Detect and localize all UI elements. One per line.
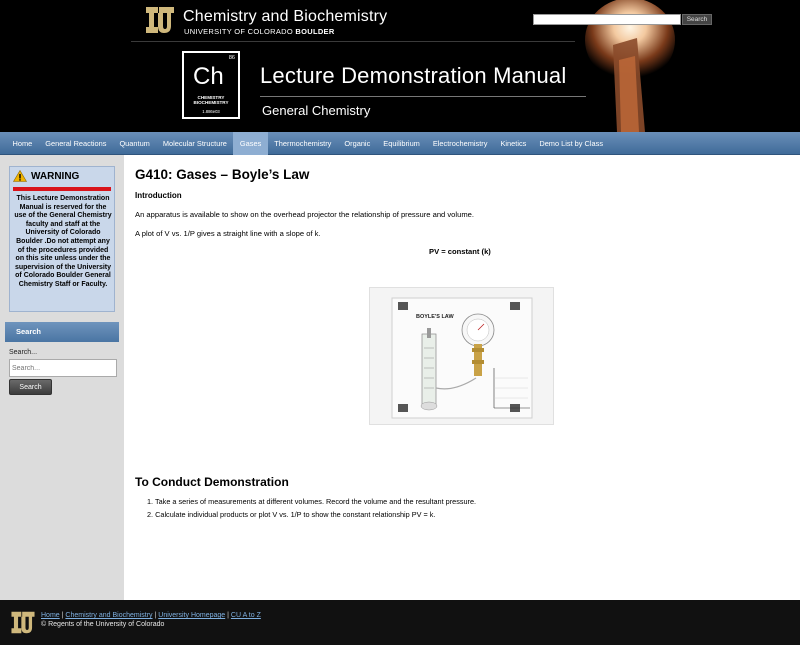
- warning-title: WARNING: [31, 170, 80, 182]
- intro-paragraph-2: A plot of V vs. 1/P gives a straight lin…: [135, 229, 321, 238]
- header-search-button[interactable]: Search: [682, 14, 712, 25]
- photo-label: BOYLE'S LAW: [416, 314, 454, 320]
- cu-footer-logo-icon[interactable]: [9, 609, 37, 636]
- element-name-line2: BIOCHEMISTRY: [193, 100, 229, 106]
- university-text: UNIVERSITY OF COLORADO: [184, 27, 293, 36]
- boyles-law-formula: PV = constant (k): [429, 247, 491, 256]
- nav-item-quantum[interactable]: Quantum: [113, 132, 156, 155]
- university-name: UNIVERSITY OF COLORADO BOULDER: [184, 27, 335, 36]
- element-tile-logo: 86 Ch CHEMISTRY BIOCHEMISTRY 1.886e03: [182, 51, 240, 119]
- university-boulder: BOULDER: [295, 27, 335, 36]
- sidebar-search-heading: Search: [5, 322, 119, 342]
- element-symbol: Ch: [193, 63, 224, 90]
- warning-heading: WARNING: [13, 170, 79, 182]
- dept-name[interactable]: Chemistry and Biochemistry: [183, 8, 387, 26]
- footer-link-university[interactable]: University Homepage: [158, 612, 225, 619]
- procedure-step: 2. Calculate individual products or plot…: [147, 510, 436, 519]
- sidebar-search-button[interactable]: Search: [9, 379, 52, 395]
- header-search-input[interactable]: [533, 14, 681, 25]
- title-divider: [260, 96, 586, 97]
- conduct-heading: To Conduct Demonstration: [135, 475, 289, 489]
- site-header: Chemistry and Biochemistry UNIVERSITY OF…: [0, 0, 800, 132]
- nav-list: Home General Reactions Quantum Molecular…: [0, 132, 800, 155]
- manual-title: Lecture Demonstration Manual: [260, 63, 567, 88]
- sidebar: WARNING This Lecture Demonstration Manua…: [0, 155, 124, 600]
- main-nav: Home General Reactions Quantum Molecular…: [0, 132, 800, 155]
- footer-link-cu-a-to-z[interactable]: CU A to Z: [231, 612, 261, 619]
- footer-links: Home | Chemistry and Biochemistry | Univ…: [41, 612, 261, 619]
- manual-subtitle: General Chemistry: [262, 103, 371, 118]
- warning-box: WARNING This Lecture Demonstration Manua…: [9, 166, 115, 312]
- warning-icon: [13, 170, 27, 182]
- nav-item-home[interactable]: Home: [6, 132, 39, 155]
- apparatus-illustration: BOYLE'S LAW: [370, 288, 553, 424]
- warning-bar: [13, 187, 111, 191]
- element-mass: 1.886e03: [202, 109, 220, 114]
- element-number: 86: [228, 55, 235, 61]
- nav-item-thermochemistry[interactable]: Thermochemistry: [268, 132, 338, 155]
- nav-item-gases[interactable]: Gases: [233, 132, 268, 155]
- cu-logo-icon[interactable]: [143, 4, 177, 36]
- nav-item-general-reactions[interactable]: General Reactions: [39, 132, 113, 155]
- nav-item-equilibrium[interactable]: Equilibrium: [377, 132, 427, 155]
- site-footer: Home | Chemistry and Biochemistry | Univ…: [0, 600, 800, 645]
- warning-text: This Lecture Demonstration Manual is res…: [14, 195, 112, 288]
- intro-paragraph-1: An apparatus is available to show on the…: [135, 210, 474, 219]
- introduction-heading: Introduction: [135, 191, 182, 200]
- footer-link-home[interactable]: Home: [41, 612, 60, 619]
- copyright: © Regents of the University of Colorado: [41, 621, 165, 628]
- nav-item-demo-list[interactable]: Demo List by Class: [533, 132, 610, 155]
- nav-item-electrochemistry[interactable]: Electrochemistry: [426, 132, 494, 155]
- footer-link-chem-biochem[interactable]: Chemistry and Biochemistry: [65, 612, 152, 619]
- procedure-step: 1. Take a series of measurements at diff…: [147, 497, 477, 506]
- sidebar-search-input[interactable]: [9, 359, 117, 377]
- main-content: G410: Gases – Boyle’s Law Introduction A…: [124, 155, 800, 600]
- nav-item-kinetics[interactable]: Kinetics: [494, 132, 533, 155]
- element-name: CHEMISTRY BIOCHEMISTRY: [184, 95, 238, 105]
- sidebar-search-label: Search...: [9, 349, 38, 356]
- nav-item-molecular-structure[interactable]: Molecular Structure: [156, 132, 233, 155]
- nav-item-organic[interactable]: Organic: [338, 132, 377, 155]
- page-title: G410: Gases – Boyle’s Law: [135, 167, 310, 182]
- procedure-steps: 1. Take a series of measurements at diff…: [147, 495, 476, 521]
- boyles-law-apparatus-photo: BOYLE'S LAW: [369, 287, 554, 425]
